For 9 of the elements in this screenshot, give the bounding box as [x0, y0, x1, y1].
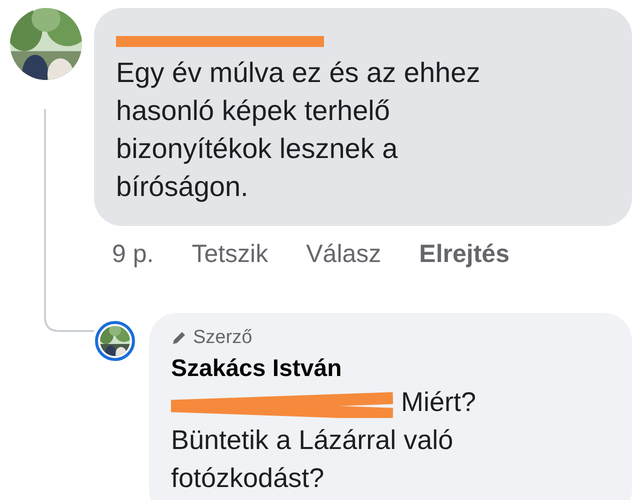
- author-label: Szerző: [193, 327, 252, 349]
- pencil-icon: [171, 330, 187, 346]
- action-link[interactable]: Válasz: [306, 240, 382, 269]
- comment-text: Egy év múlva ez és az ehhez hasonló képek terhelő bizonyítékok lesznek a bíróságon.: [116, 56, 482, 204]
- author-name[interactable]: Szakács István: [171, 355, 608, 383]
- action-link[interactable]: Elrejtés: [419, 240, 510, 269]
- action-link[interactable]: Tetszik: [192, 240, 268, 269]
- reply-text: Miért? Büntetik a Lázárral való fotózkodást?: [171, 386, 478, 495]
- timestamp: 9 p.: [112, 240, 154, 269]
